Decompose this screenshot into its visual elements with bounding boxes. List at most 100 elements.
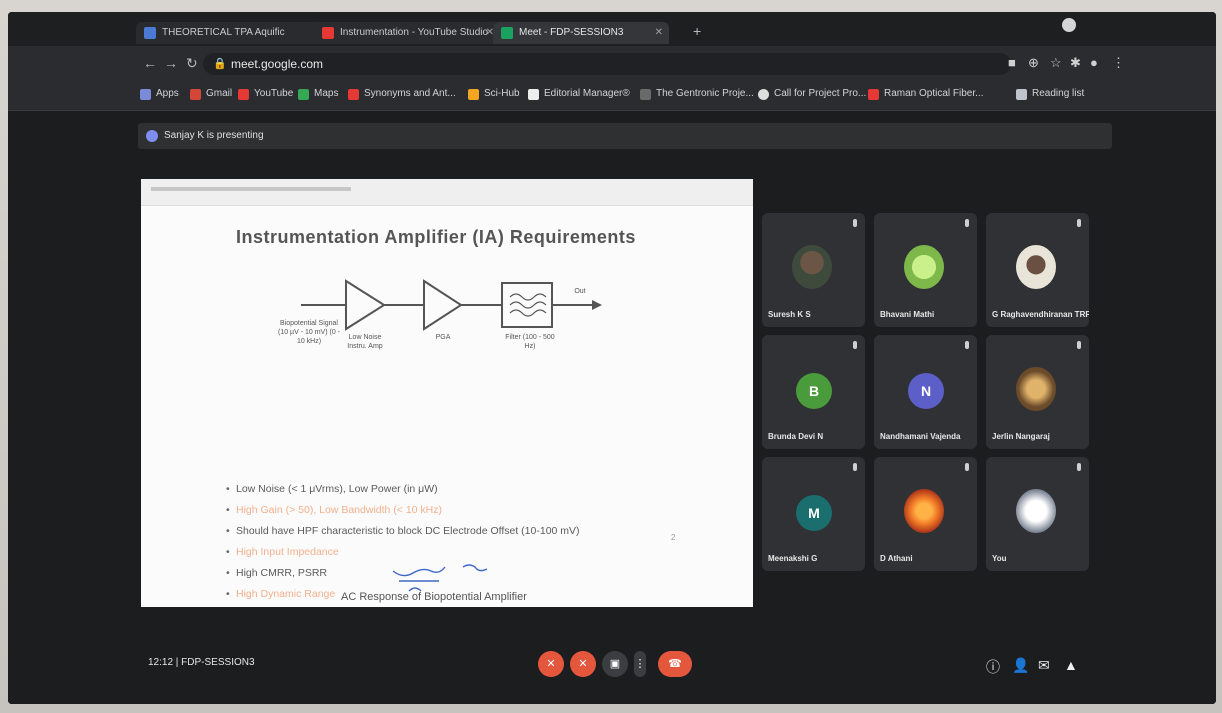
mic-off-icon xyxy=(1077,341,1081,349)
pga-shape xyxy=(423,279,463,331)
mic-off-icon xyxy=(853,219,857,227)
forward-icon[interactable]: → xyxy=(164,55,178,71)
participant-name: Brunda Devi N xyxy=(768,432,824,441)
presenting-text: Sanjay K is presenting xyxy=(164,130,264,141)
participant-tile[interactable]: You xyxy=(986,457,1089,571)
maps-icon xyxy=(298,89,309,100)
people-icon[interactable]: 👤 xyxy=(1012,657,1029,674)
bookmark-youtube[interactable]: YouTube xyxy=(238,88,294,100)
bookmark-label: YouTube xyxy=(254,88,294,99)
bookmark-raman[interactable]: Raman Optical Fiber... xyxy=(868,88,983,100)
bookmark-label: Editorial Manager® xyxy=(544,88,630,99)
participant-tile[interactable]: N Nandhamani Vajenda xyxy=(874,335,977,449)
bookmark-editorial[interactable]: Editorial Manager® xyxy=(528,88,630,100)
shared-slide[interactable]: Instrumentation Amplifier (IA) Requireme… xyxy=(141,179,753,607)
participant-tile[interactable]: Suresh K S xyxy=(762,213,865,327)
stage1-label: Low Noise Instru. Amp xyxy=(347,334,383,350)
star-icon[interactable]: ☆ xyxy=(1050,55,1062,71)
participant-tile[interactable]: M Meenakshi G xyxy=(762,457,865,571)
participant-tile[interactable]: B Brunda Devi N xyxy=(762,335,865,449)
camera-icon[interactable]: ■ xyxy=(1008,55,1016,70)
end-call-button[interactable]: ☎ xyxy=(658,651,692,677)
present-button[interactable]: ▣ xyxy=(602,651,628,677)
slide-title: Instrumentation Amplifier (IA) Requireme… xyxy=(236,227,636,247)
close-icon[interactable]: ✕ xyxy=(655,22,663,44)
bookmark-label: Synonyms and Ant... xyxy=(364,88,456,99)
camera-off-button[interactable]: ✕ xyxy=(570,651,596,677)
meet-control-bar: 12:12 | FDP-SESSION3 ✕ ✕ ▣ ⋮ ☎ ⓘ 👤 ✉ ▲ xyxy=(8,631,1216,704)
youtube-icon xyxy=(238,89,249,100)
participant-name: Bhavani Mathi xyxy=(880,310,935,319)
bookmark-maps[interactable]: Maps xyxy=(298,88,338,100)
bookmark-gentronic[interactable]: The Gentronic Proje... xyxy=(640,88,754,100)
participant-tile[interactable]: G Raghavendhiranan TRP xyxy=(986,213,1089,327)
bookmark-synonyms[interactable]: Synonyms and Ant... xyxy=(348,88,456,100)
slide-toolbar-text xyxy=(151,187,351,191)
avatar-initial: B xyxy=(796,373,832,409)
participant-name: You xyxy=(992,554,1007,563)
scihub-icon xyxy=(468,89,479,100)
avatar-initial: M xyxy=(796,495,832,531)
participant-photo xyxy=(1016,367,1056,411)
participant-name: G Raghavendhiranan TRP xyxy=(992,310,1089,319)
reload-icon[interactable]: ↻ xyxy=(186,55,198,72)
mic-off-icon xyxy=(965,341,969,349)
participant-photo xyxy=(904,489,944,533)
bookmark-gmail[interactable]: Gmail xyxy=(190,88,232,100)
bookmark-label: Call for Project Pro... xyxy=(774,88,867,99)
mic-off-button[interactable]: ✕ xyxy=(538,651,564,677)
bookmark-reading-list[interactable]: Reading list xyxy=(1016,88,1084,100)
tab-label: THEORETICAL TPA Aquific xyxy=(162,27,285,38)
tab-favicon xyxy=(144,27,156,39)
url-text: meet.google.com xyxy=(231,57,324,71)
bullet-item: Low Noise (< 1 μVrms), Low Power (in μW) xyxy=(226,479,580,500)
document-icon xyxy=(528,89,539,100)
output-label: Out xyxy=(574,288,586,295)
menu-icon[interactable]: ⋮ xyxy=(1112,55,1125,71)
info-icon[interactable]: ⓘ xyxy=(986,657,1000,677)
participant-tile[interactable]: Jerlin Nangaraj xyxy=(986,335,1089,449)
youtube-icon xyxy=(322,27,334,39)
meet-stage: Sanjay K is presenting Instrumentation A… xyxy=(8,111,1216,704)
filter-shape xyxy=(501,282,553,328)
bookmark-scihub[interactable]: Sci-Hub xyxy=(468,88,520,100)
pdf-icon xyxy=(868,89,879,100)
bullet-item: High Gain (> 50), Low Bandwidth (< 10 kH… xyxy=(226,500,580,521)
reading-list-icon xyxy=(1016,89,1027,100)
browser-address-bar: ← → ↻ 🔒 meet.google.com ■ ⊕ ☆ ✱ ● ⋮ xyxy=(8,46,1216,82)
participant-tile[interactable]: D Athani xyxy=(874,457,977,571)
browser-tab-bar: THEORETICAL TPA Aquific ✕ Instrumentatio… xyxy=(8,12,1216,46)
extensions-icon[interactable]: ✱ xyxy=(1070,55,1081,71)
bookmarks-bar: Apps Gmail YouTube Maps Synonyms and Ant… xyxy=(8,82,1216,111)
chat-icon[interactable]: ✉ xyxy=(1038,657,1050,674)
mic-off-icon xyxy=(853,463,857,471)
participant-name: Jerlin Nangaraj xyxy=(992,432,1050,441)
tab-label: Instrumentation - YouTube Studio xyxy=(340,27,489,38)
participant-photo xyxy=(1016,489,1056,533)
tab-1[interactable]: THEORETICAL TPA Aquific ✕ xyxy=(136,22,332,44)
tab-label: Meet - FDP-SESSION3 xyxy=(519,27,624,38)
mic-off-icon xyxy=(853,341,857,349)
back-icon[interactable]: ← xyxy=(143,55,157,71)
account-icon[interactable] xyxy=(1062,18,1076,32)
profile-icon[interactable]: ● xyxy=(1090,55,1098,70)
presenter-avatar-icon xyxy=(146,130,158,142)
new-tab-button[interactable]: + xyxy=(693,23,701,39)
zoom-icon[interactable]: ⊕ xyxy=(1028,55,1039,71)
bookmark-call-for-project[interactable]: Call for Project Pro... xyxy=(758,88,867,100)
tab-3[interactable]: Meet - FDP-SESSION3 ✕ xyxy=(493,22,669,44)
laptop-screen: THEORETICAL TPA Aquific ✕ Instrumentatio… xyxy=(8,12,1216,704)
url-input[interactable]: 🔒 meet.google.com xyxy=(203,53,1011,75)
filter-label: Filter (100 - 500 Hz) xyxy=(505,334,555,350)
meet-icon xyxy=(501,27,513,39)
slide-toolbar xyxy=(141,179,753,206)
input-label: Biopotential Signal (10 µV - 10 mV) (0 -… xyxy=(278,320,340,345)
tab-2[interactable]: Instrumentation - YouTube Studio ✕ xyxy=(314,22,500,44)
activities-icon[interactable]: ▲ xyxy=(1064,657,1078,673)
participant-name: Suresh K S xyxy=(768,310,811,319)
bookmark-apps[interactable]: Apps xyxy=(140,88,179,100)
participant-tile[interactable]: Bhavani Mathi xyxy=(874,213,977,327)
bookmark-label: The Gentronic Proje... xyxy=(656,88,754,99)
more-options-button[interactable]: ⋮ xyxy=(634,651,646,677)
gmail-icon xyxy=(190,89,201,100)
